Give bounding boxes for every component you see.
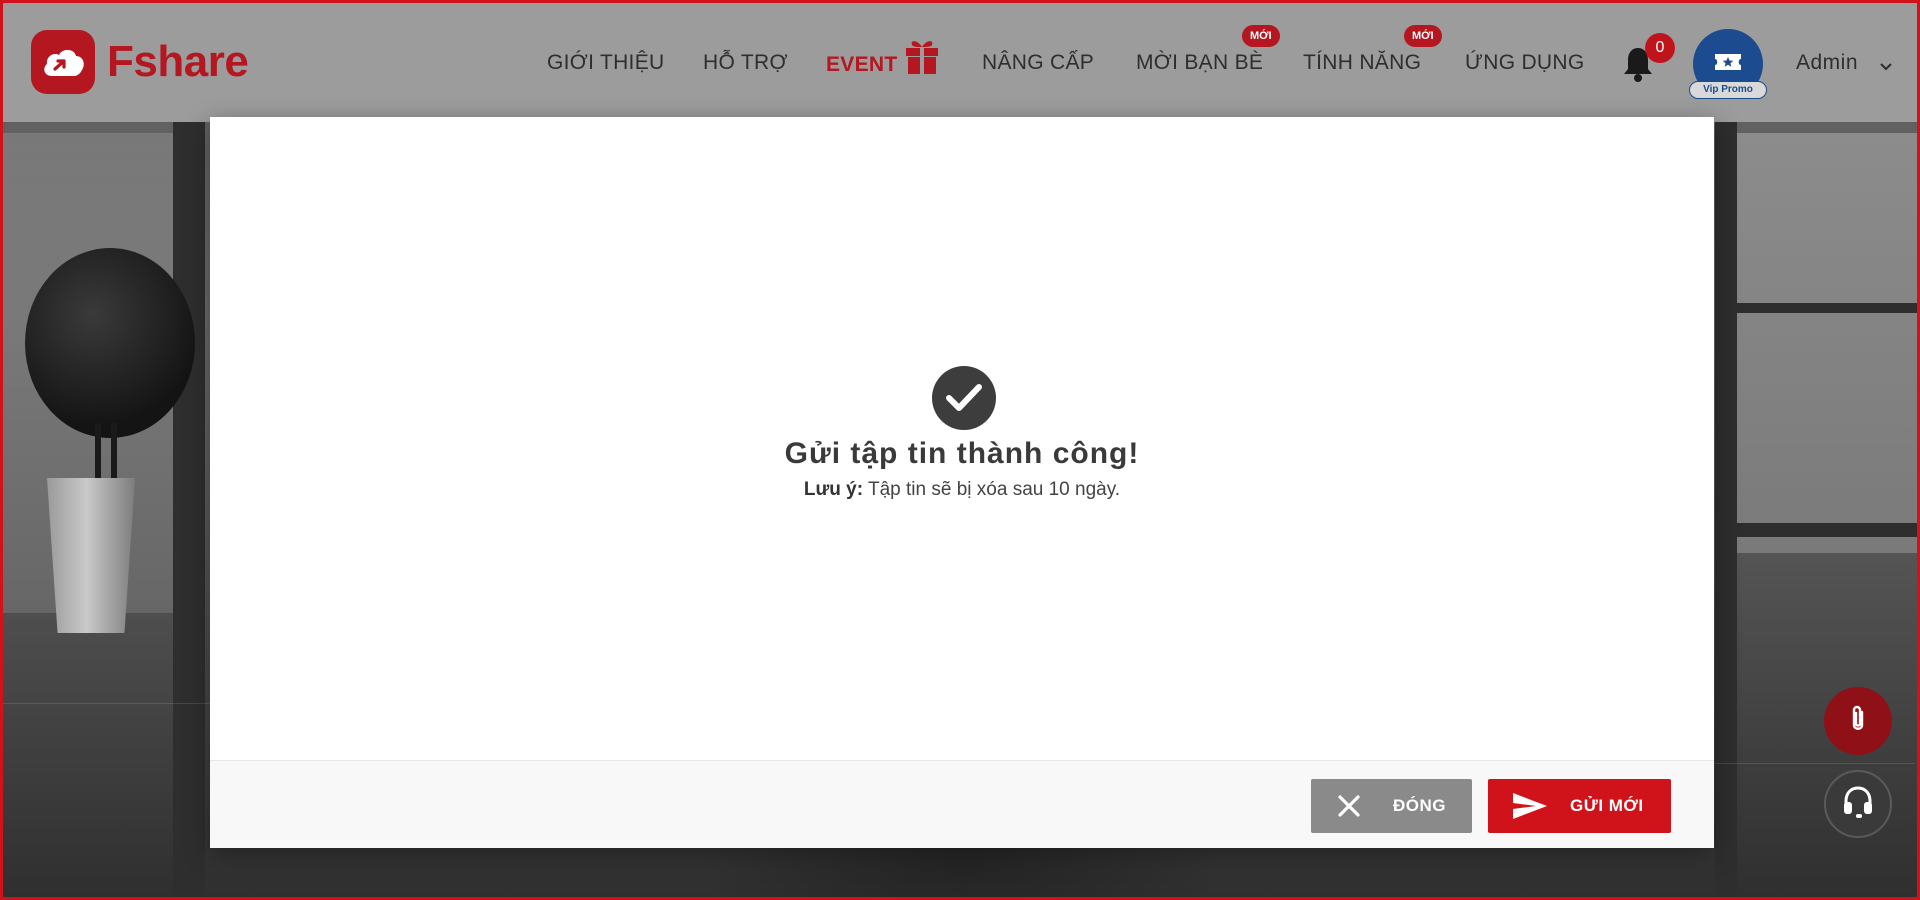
- nav-item-ho-tro[interactable]: HỖ TRỢ: [703, 51, 788, 75]
- user-name[interactable]: Admin: [1796, 51, 1858, 75]
- support-button[interactable]: [1824, 770, 1892, 838]
- nav-item-event[interactable]: EVENT: [826, 53, 898, 77]
- close-button[interactable]: ĐÓNG: [1311, 779, 1472, 833]
- nav-item-moi-ban-be[interactable]: MỜI BẠN BÈ: [1136, 51, 1263, 75]
- nav-item-gioi-thieu[interactable]: GIỚI THIỆU: [547, 51, 664, 75]
- send-new-button[interactable]: GỬI MỚI: [1488, 779, 1671, 833]
- close-icon: [1335, 792, 1363, 825]
- dialog-title: Gửi tập tin thành công!: [784, 437, 1140, 470]
- check-circle-icon: [932, 366, 996, 430]
- notification-count-badge: 0: [1645, 33, 1675, 63]
- close-button-label: ĐÓNG: [1393, 796, 1446, 815]
- attach-file-button[interactable]: [1824, 687, 1892, 755]
- ticket-star-icon: [1713, 50, 1743, 79]
- gift-icon[interactable]: [905, 37, 939, 80]
- note-label: Lưu ý:: [803, 479, 864, 500]
- nav-item-ung-dung[interactable]: ỨNG DỤNG: [1465, 51, 1585, 75]
- nav-item-nang-cap[interactable]: NÂNG CẤP: [982, 51, 1094, 75]
- cloud-upload-icon: [31, 30, 95, 94]
- top-navbar: Fshare GIỚI THIỆU HỖ TRỢ EVENT NÂNG CẤP …: [3, 3, 1917, 122]
- new-badge: MỚI: [1404, 25, 1442, 47]
- dialog-footer: ĐÓNG GỬI MỚI: [210, 760, 1714, 848]
- brand-name: Fshare: [107, 37, 249, 86]
- send-new-button-label: GỬI MỚI: [1570, 796, 1644, 815]
- headset-icon: [1840, 784, 1876, 825]
- vip-promo-tag: Vip Promo: [1689, 81, 1767, 99]
- upload-success-dialog: Gửi tập tin thành công! Lưu ý: Tập tin s…: [210, 117, 1714, 848]
- paperclip-icon: [1847, 704, 1869, 739]
- send-icon: [1512, 792, 1548, 825]
- brand-logo[interactable]: Fshare: [31, 30, 249, 94]
- chevron-down-icon[interactable]: [1879, 59, 1893, 77]
- dialog-note: Lưu ý: Tập tin sẽ bị xóa sau 10 ngày.: [210, 479, 1714, 501]
- nav-item-tinh-nang[interactable]: TÍNH NĂNG: [1303, 51, 1421, 75]
- new-badge: MỚI: [1242, 25, 1280, 47]
- note-text: Tập tin sẽ bị xóa sau 10 ngày.: [863, 479, 1121, 500]
- dialog-body: Gửi tập tin thành công! Lưu ý: Tập tin s…: [210, 117, 1714, 760]
